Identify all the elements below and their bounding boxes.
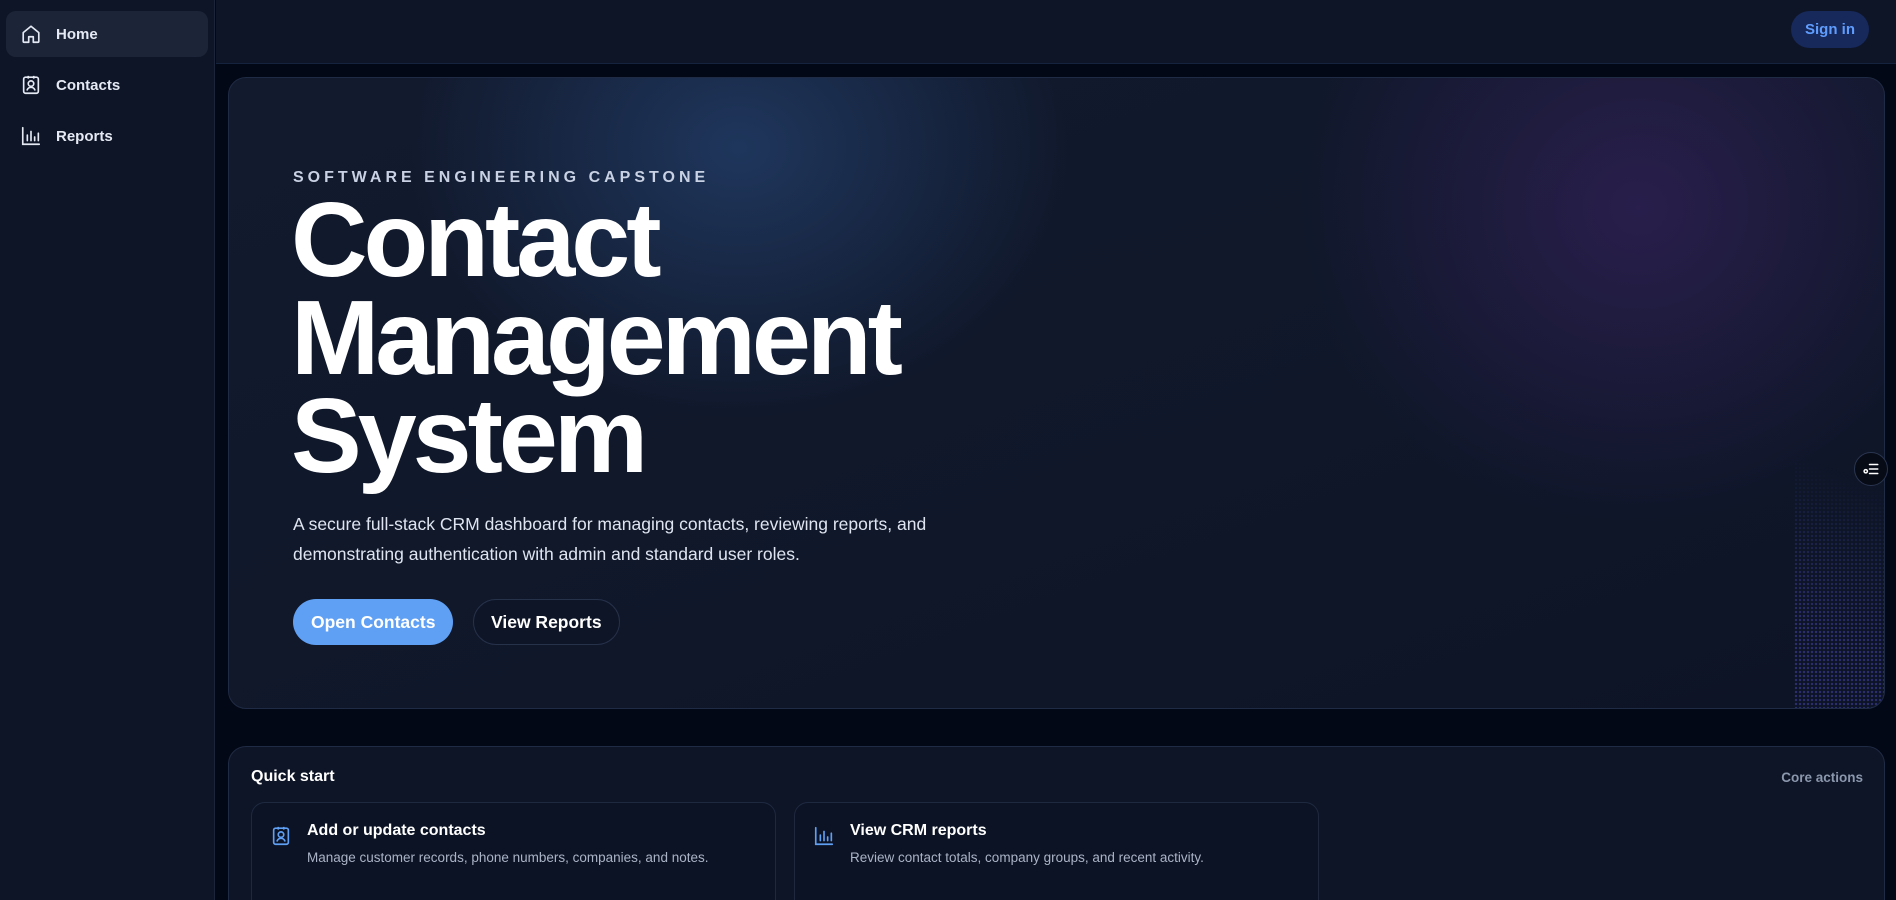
quick-card-reports[interactable]: View CRM reports Review contact totals, … xyxy=(794,802,1319,900)
sidebar-item-label: Contacts xyxy=(56,76,121,94)
hero-description: A secure full-stack CRM dashboard for ma… xyxy=(293,509,953,569)
sidebar-item-reports[interactable]: Reports xyxy=(6,113,208,159)
sidebar-item-label: Reports xyxy=(56,127,113,145)
home-icon xyxy=(22,25,40,44)
core-actions-label: Core actions xyxy=(1781,770,1863,785)
contacts-icon xyxy=(22,75,40,95)
card-title: Add or update contacts xyxy=(307,822,486,839)
sidebar-item-label: Home xyxy=(56,25,98,43)
quick-card-contacts[interactable]: Add or update contacts Manage customer r… xyxy=(251,802,776,900)
settings-toggle-button[interactable] xyxy=(1854,452,1888,486)
settings-list-icon xyxy=(1863,463,1879,475)
quick-start-panel: Quick start Core actions Add or update c… xyxy=(228,746,1885,900)
contacts-icon xyxy=(272,826,290,846)
sidebar-item-contacts[interactable]: Contacts xyxy=(6,62,208,108)
bar-chart-icon xyxy=(814,826,834,846)
title-line: System xyxy=(291,377,648,495)
sign-in-button[interactable]: Sign in xyxy=(1791,11,1869,48)
hero-panel: SOFTWARE ENGINEERING CAPSTONE Contact Ma… xyxy=(228,77,1885,709)
decorative-dot-pattern xyxy=(1794,458,1884,708)
card-title: View CRM reports xyxy=(850,822,987,839)
title-line: Management xyxy=(291,279,903,397)
view-reports-button[interactable]: View Reports xyxy=(473,599,620,645)
quick-start-title: Quick start xyxy=(251,768,335,785)
sidebar-item-home[interactable]: Home xyxy=(6,11,208,57)
card-description: Manage customer records, phone numbers, … xyxy=(307,850,709,865)
card-description: Review contact totals, company groups, a… xyxy=(850,850,1204,865)
sidebar: Home Contacts Reports xyxy=(0,0,215,900)
bar-chart-icon xyxy=(21,126,41,146)
description-line: demonstrating authentication with admin … xyxy=(293,544,800,564)
top-bar: Sign in xyxy=(216,0,1896,64)
title-line: Contact xyxy=(291,181,662,299)
open-contacts-button[interactable]: Open Contacts xyxy=(293,599,454,645)
page-title: Contact Management System xyxy=(291,181,991,495)
description-line: A secure full-stack CRM dashboard for ma… xyxy=(293,514,927,534)
